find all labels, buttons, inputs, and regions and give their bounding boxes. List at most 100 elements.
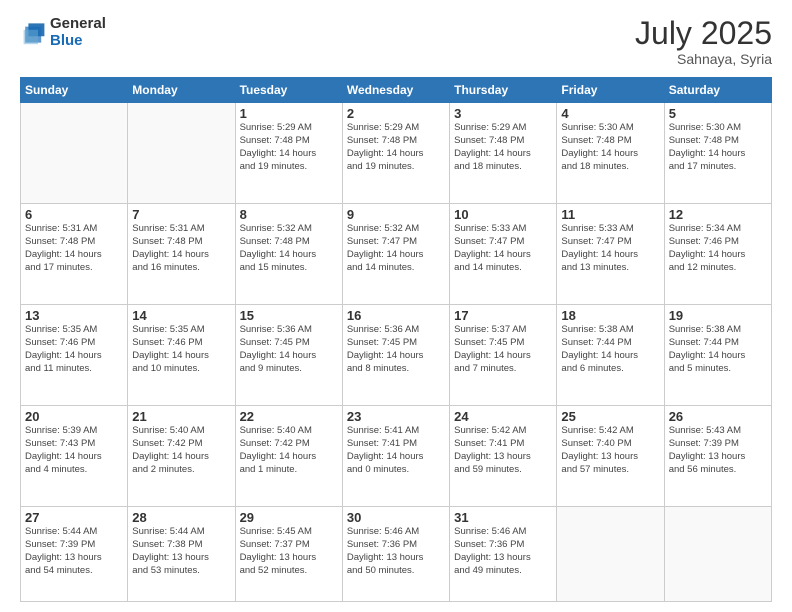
day-info: Sunrise: 5:42 AM Sunset: 7:40 PM Dayligh… <box>561 425 659 476</box>
calendar-week-1: 1Sunrise: 5:29 AM Sunset: 7:48 PM Daylig… <box>21 103 772 204</box>
calendar-week-2: 6Sunrise: 5:31 AM Sunset: 7:48 PM Daylig… <box>21 204 772 305</box>
calendar-cell: 6Sunrise: 5:31 AM Sunset: 7:48 PM Daylig… <box>21 204 128 305</box>
calendar-cell: 8Sunrise: 5:32 AM Sunset: 7:48 PM Daylig… <box>235 204 342 305</box>
calendar-cell: 29Sunrise: 5:45 AM Sunset: 7:37 PM Dayli… <box>235 507 342 602</box>
calendar-cell: 10Sunrise: 5:33 AM Sunset: 7:47 PM Dayli… <box>450 204 557 305</box>
calendar-cell: 26Sunrise: 5:43 AM Sunset: 7:39 PM Dayli… <box>664 406 771 507</box>
logo: General Blue <box>20 16 106 49</box>
calendar-cell: 12Sunrise: 5:34 AM Sunset: 7:46 PM Dayli… <box>664 204 771 305</box>
day-number: 23 <box>347 409 445 424</box>
calendar-cell: 24Sunrise: 5:42 AM Sunset: 7:41 PM Dayli… <box>450 406 557 507</box>
day-number: 17 <box>454 308 552 323</box>
calendar-cell: 4Sunrise: 5:30 AM Sunset: 7:48 PM Daylig… <box>557 103 664 204</box>
day-info: Sunrise: 5:40 AM Sunset: 7:42 PM Dayligh… <box>132 425 230 476</box>
day-number: 3 <box>454 106 552 121</box>
calendar-cell: 15Sunrise: 5:36 AM Sunset: 7:45 PM Dayli… <box>235 305 342 406</box>
calendar-cell <box>664 507 771 602</box>
header-sunday: Sunday <box>21 78 128 103</box>
day-info: Sunrise: 5:40 AM Sunset: 7:42 PM Dayligh… <box>240 425 338 476</box>
day-number: 18 <box>561 308 659 323</box>
day-info: Sunrise: 5:35 AM Sunset: 7:46 PM Dayligh… <box>25 324 123 375</box>
calendar-table: Sunday Monday Tuesday Wednesday Thursday… <box>20 77 772 602</box>
calendar-week-4: 20Sunrise: 5:39 AM Sunset: 7:43 PM Dayli… <box>21 406 772 507</box>
day-number: 13 <box>25 308 123 323</box>
calendar-cell: 18Sunrise: 5:38 AM Sunset: 7:44 PM Dayli… <box>557 305 664 406</box>
day-info: Sunrise: 5:36 AM Sunset: 7:45 PM Dayligh… <box>347 324 445 375</box>
day-info: Sunrise: 5:37 AM Sunset: 7:45 PM Dayligh… <box>454 324 552 375</box>
logo-icon <box>22 19 46 47</box>
location-subtitle: Sahnaya, Syria <box>635 51 772 67</box>
day-info: Sunrise: 5:33 AM Sunset: 7:47 PM Dayligh… <box>454 223 552 274</box>
page: General Blue July 2025 Sahnaya, Syria Su… <box>0 0 792 612</box>
logo-general-text: General <box>50 16 106 33</box>
day-info: Sunrise: 5:46 AM Sunset: 7:36 PM Dayligh… <box>454 526 552 577</box>
day-number: 10 <box>454 207 552 222</box>
day-number: 14 <box>132 308 230 323</box>
day-number: 29 <box>240 510 338 525</box>
calendar-cell: 27Sunrise: 5:44 AM Sunset: 7:39 PM Dayli… <box>21 507 128 602</box>
day-number: 24 <box>454 409 552 424</box>
calendar-cell: 20Sunrise: 5:39 AM Sunset: 7:43 PM Dayli… <box>21 406 128 507</box>
calendar-cell: 5Sunrise: 5:30 AM Sunset: 7:48 PM Daylig… <box>664 103 771 204</box>
day-info: Sunrise: 5:29 AM Sunset: 7:48 PM Dayligh… <box>240 122 338 173</box>
calendar-cell: 16Sunrise: 5:36 AM Sunset: 7:45 PM Dayli… <box>342 305 449 406</box>
calendar-cell: 30Sunrise: 5:46 AM Sunset: 7:36 PM Dayli… <box>342 507 449 602</box>
day-number: 21 <box>132 409 230 424</box>
calendar-cell: 28Sunrise: 5:44 AM Sunset: 7:38 PM Dayli… <box>128 507 235 602</box>
calendar-cell <box>128 103 235 204</box>
day-info: Sunrise: 5:32 AM Sunset: 7:47 PM Dayligh… <box>347 223 445 274</box>
calendar-cell: 13Sunrise: 5:35 AM Sunset: 7:46 PM Dayli… <box>21 305 128 406</box>
header-tuesday: Tuesday <box>235 78 342 103</box>
calendar-cell: 22Sunrise: 5:40 AM Sunset: 7:42 PM Dayli… <box>235 406 342 507</box>
day-info: Sunrise: 5:39 AM Sunset: 7:43 PM Dayligh… <box>25 425 123 476</box>
day-number: 6 <box>25 207 123 222</box>
day-info: Sunrise: 5:43 AM Sunset: 7:39 PM Dayligh… <box>669 425 767 476</box>
day-number: 28 <box>132 510 230 525</box>
calendar-cell <box>21 103 128 204</box>
calendar-cell: 3Sunrise: 5:29 AM Sunset: 7:48 PM Daylig… <box>450 103 557 204</box>
calendar-cell: 17Sunrise: 5:37 AM Sunset: 7:45 PM Dayli… <box>450 305 557 406</box>
day-info: Sunrise: 5:41 AM Sunset: 7:41 PM Dayligh… <box>347 425 445 476</box>
calendar-cell: 1Sunrise: 5:29 AM Sunset: 7:48 PM Daylig… <box>235 103 342 204</box>
day-number: 30 <box>347 510 445 525</box>
calendar-cell: 25Sunrise: 5:42 AM Sunset: 7:40 PM Dayli… <box>557 406 664 507</box>
calendar-cell: 31Sunrise: 5:46 AM Sunset: 7:36 PM Dayli… <box>450 507 557 602</box>
day-number: 25 <box>561 409 659 424</box>
header-saturday: Saturday <box>664 78 771 103</box>
day-info: Sunrise: 5:29 AM Sunset: 7:48 PM Dayligh… <box>454 122 552 173</box>
day-info: Sunrise: 5:33 AM Sunset: 7:47 PM Dayligh… <box>561 223 659 274</box>
calendar-cell: 7Sunrise: 5:31 AM Sunset: 7:48 PM Daylig… <box>128 204 235 305</box>
calendar-week-3: 13Sunrise: 5:35 AM Sunset: 7:46 PM Dayli… <box>21 305 772 406</box>
day-number: 31 <box>454 510 552 525</box>
day-info: Sunrise: 5:46 AM Sunset: 7:36 PM Dayligh… <box>347 526 445 577</box>
calendar-cell: 21Sunrise: 5:40 AM Sunset: 7:42 PM Dayli… <box>128 406 235 507</box>
day-number: 27 <box>25 510 123 525</box>
day-info: Sunrise: 5:42 AM Sunset: 7:41 PM Dayligh… <box>454 425 552 476</box>
header-thursday: Thursday <box>450 78 557 103</box>
day-info: Sunrise: 5:36 AM Sunset: 7:45 PM Dayligh… <box>240 324 338 375</box>
calendar-cell: 19Sunrise: 5:38 AM Sunset: 7:44 PM Dayli… <box>664 305 771 406</box>
day-number: 1 <box>240 106 338 121</box>
header-wednesday: Wednesday <box>342 78 449 103</box>
day-info: Sunrise: 5:44 AM Sunset: 7:39 PM Dayligh… <box>25 526 123 577</box>
calendar-header-row: Sunday Monday Tuesday Wednesday Thursday… <box>21 78 772 103</box>
day-number: 11 <box>561 207 659 222</box>
day-info: Sunrise: 5:32 AM Sunset: 7:48 PM Dayligh… <box>240 223 338 274</box>
day-info: Sunrise: 5:31 AM Sunset: 7:48 PM Dayligh… <box>25 223 123 274</box>
day-number: 22 <box>240 409 338 424</box>
day-number: 8 <box>240 207 338 222</box>
day-info: Sunrise: 5:29 AM Sunset: 7:48 PM Dayligh… <box>347 122 445 173</box>
day-info: Sunrise: 5:45 AM Sunset: 7:37 PM Dayligh… <box>240 526 338 577</box>
calendar-cell: 11Sunrise: 5:33 AM Sunset: 7:47 PM Dayli… <box>557 204 664 305</box>
day-number: 7 <box>132 207 230 222</box>
day-info: Sunrise: 5:38 AM Sunset: 7:44 PM Dayligh… <box>669 324 767 375</box>
header-monday: Monday <box>128 78 235 103</box>
day-info: Sunrise: 5:38 AM Sunset: 7:44 PM Dayligh… <box>561 324 659 375</box>
calendar-cell: 14Sunrise: 5:35 AM Sunset: 7:46 PM Dayli… <box>128 305 235 406</box>
day-number: 9 <box>347 207 445 222</box>
day-number: 2 <box>347 106 445 121</box>
day-number: 16 <box>347 308 445 323</box>
day-number: 5 <box>669 106 767 121</box>
calendar-cell: 2Sunrise: 5:29 AM Sunset: 7:48 PM Daylig… <box>342 103 449 204</box>
calendar-cell: 23Sunrise: 5:41 AM Sunset: 7:41 PM Dayli… <box>342 406 449 507</box>
